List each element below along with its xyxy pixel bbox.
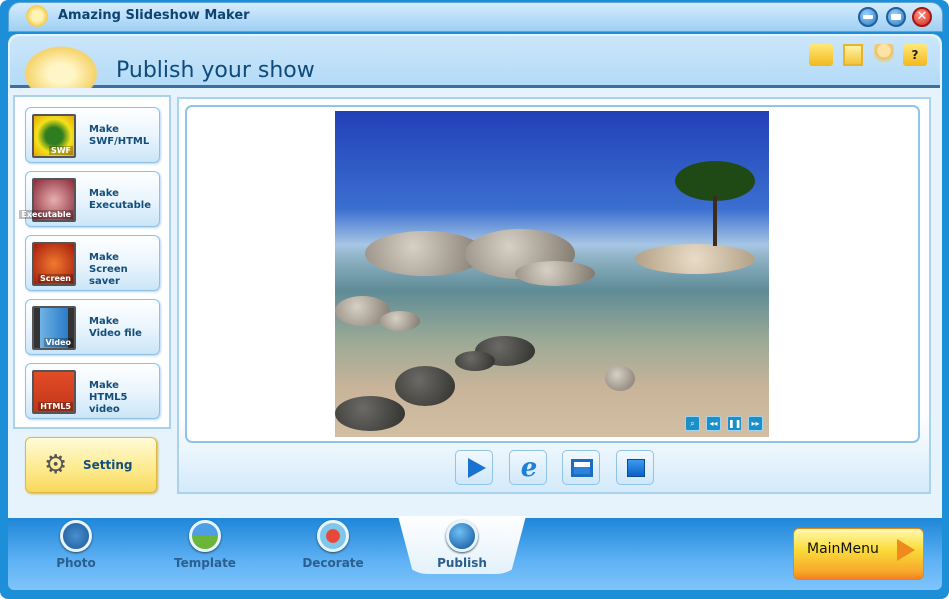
app-title: Amazing Slideshow Maker — [58, 8, 250, 23]
save-icon[interactable] — [843, 44, 863, 66]
arrow-right-icon — [897, 539, 915, 561]
zoom-icon[interactable]: ⌕ — [685, 416, 700, 431]
label-line2: Executable — [89, 200, 152, 211]
label-line2: Video file — [89, 328, 142, 339]
main-menu-button[interactable]: MainMenu — [793, 528, 924, 580]
label-line1: Make — [89, 124, 119, 135]
main-menu-label: MainMenu — [807, 541, 879, 557]
tab-publish[interactable]: Publish — [417, 520, 507, 570]
template-icon — [189, 520, 221, 552]
make-screen-saver-button[interactable]: Screen Make Screen saver — [25, 235, 160, 291]
preview-in-browser-button[interactable]: e — [509, 450, 547, 485]
screensaver-icon: Screen — [32, 242, 76, 286]
fullscreen-icon — [571, 459, 593, 477]
make-swf-html-button[interactable]: SWF Make SWF/HTML — [25, 107, 160, 163]
gear-icon: ⚙ — [44, 450, 68, 480]
maximize-button[interactable] — [886, 7, 906, 27]
video-icon: Video — [32, 306, 76, 350]
minimize-button[interactable] — [858, 7, 878, 27]
stop-icon — [627, 459, 645, 477]
label-line1: Make — [89, 316, 119, 327]
next-slide-button[interactable]: ▸▸ — [748, 416, 763, 431]
setting-button[interactable]: ⚙ Setting — [25, 437, 157, 493]
tab-label: Decorate — [302, 556, 364, 570]
heart-icon — [317, 520, 349, 552]
help-icon[interactable]: ? — [903, 44, 927, 66]
html5-icon: HTML5 — [32, 370, 76, 414]
globe-icon — [446, 520, 478, 552]
setting-label: Setting — [83, 458, 133, 472]
clover-logo-icon — [16, 40, 106, 88]
play-icon — [468, 458, 486, 478]
badge: Video — [43, 338, 73, 347]
previous-slide-button[interactable]: ◂◂ — [706, 416, 721, 431]
page-title: Publish your show — [116, 58, 315, 83]
make-executable-button[interactable]: Executable Make Executable — [19, 171, 160, 227]
label-line1: Make — [89, 380, 119, 391]
slideshow-preview-image — [335, 111, 769, 437]
tab-decorate[interactable]: Decorate — [288, 520, 378, 570]
tab-photo[interactable]: Photo — [31, 520, 121, 570]
tab-label: Photo — [56, 556, 96, 570]
make-html5-video-button[interactable]: HTML5 Make HTML5 video — [25, 363, 160, 419]
close-button[interactable]: ✕ — [912, 7, 932, 27]
tab-label: Publish — [437, 556, 487, 570]
badge: Executable — [19, 210, 73, 219]
label-line2: Screen saver — [89, 264, 128, 287]
badge: HTML5 — [38, 402, 73, 411]
folder-icon[interactable] — [809, 44, 833, 66]
executable-icon: Executable — [19, 178, 76, 222]
internet-explorer-icon: e — [520, 453, 538, 483]
app-logo-icon — [24, 4, 50, 28]
swf-icon: SWF — [32, 114, 76, 158]
stop-button[interactable] — [616, 450, 654, 485]
label-line1: Make — [89, 188, 119, 199]
label-line2: SWF/HTML — [89, 136, 150, 147]
make-video-file-button[interactable]: Video Make Video file — [25, 299, 160, 355]
label-line1: Make — [89, 252, 119, 263]
tab-label: Template — [174, 556, 236, 570]
badge: SWF — [48, 146, 73, 155]
tab-template[interactable]: Template — [160, 520, 250, 570]
play-button[interactable] — [455, 450, 493, 485]
user-icon[interactable] — [874, 44, 894, 66]
photo-icon — [60, 520, 92, 552]
badge: Screen — [38, 274, 73, 283]
label-line2: HTML5 video — [89, 392, 128, 415]
pause-button[interactable]: ❚❚ — [727, 416, 742, 431]
fullscreen-button[interactable] — [562, 450, 600, 485]
